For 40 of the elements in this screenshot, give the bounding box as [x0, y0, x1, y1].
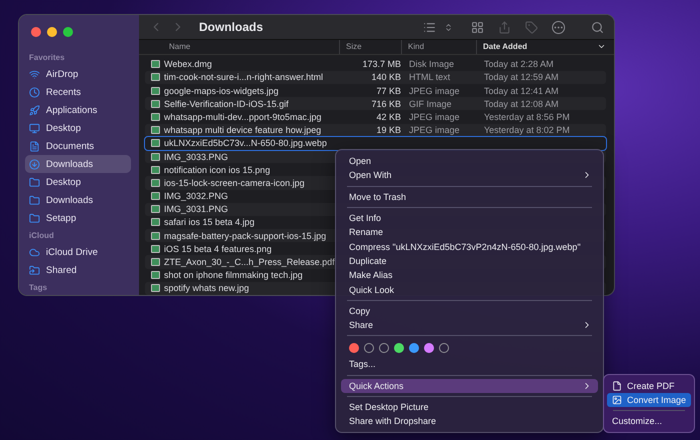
- file-name: whatsapp multi device feature how.jpeg: [164, 125, 322, 136]
- file-name: IMG_3031.PNG: [164, 204, 228, 214]
- file-size: 716 KB: [370, 98, 401, 109]
- file-name: Webex.dmg: [164, 59, 212, 70]
- file-date: Yesterday at 8:02 PM: [483, 125, 571, 136]
- sidebar-section-title: Favorites: [28, 52, 66, 64]
- file-size: 173.7 MB: [361, 59, 401, 70]
- file-name: spotify whats new.jpg: [164, 283, 250, 294]
- file-name: IMG_3033.PNG: [164, 152, 228, 162]
- file-name: Selfie-Verification-ID-iOS-15.gif: [164, 98, 289, 109]
- file-size: 77 KB: [375, 86, 401, 96]
- file-kind: JPEG image: [408, 125, 461, 136]
- sidebar-section-title: Tags: [28, 282, 48, 294]
- file-date: Today at 12:08 AM: [483, 98, 560, 109]
- file-kind: Disk Image: [408, 59, 456, 70]
- file-name: tim-cook-not-sure-i...n-right-answer.html: [164, 72, 324, 82]
- file-date: Today at 12:41 AM: [483, 86, 560, 96]
- file-name: ios-15-lock-screen-camera-icon.jpg: [164, 178, 305, 188]
- file-kind: GIF Image: [408, 98, 453, 109]
- file-name: whatsapp-multi-dev...pport-9to5mac.jpg: [164, 112, 322, 122]
- file-name: notification icon ios 15.png: [164, 164, 270, 175]
- file-kind: JPEG image: [408, 112, 461, 122]
- file-name: magsafe-battery-pack-support-ios-15.jpg: [164, 230, 326, 241]
- sidebar-section-title: iCloud: [28, 230, 55, 242]
- file-name: IMG_3032.PNG: [164, 191, 228, 202]
- file-name: iOS 15 beta 4 features.png: [164, 244, 272, 254]
- window-title: Downloads: [199, 20, 264, 34]
- file-date: Today at 12:59 AM: [483, 72, 560, 82]
- file-date: Today at 2:28 AM: [483, 59, 555, 70]
- file-kind: JPEG image: [408, 86, 461, 96]
- file-size: 42 KB: [375, 112, 401, 122]
- file-name: safari ios 15 beta 4.jpg: [164, 217, 255, 228]
- file-name: google-maps-ios-widgets.jpg: [164, 86, 279, 96]
- file-size: 140 KB: [370, 72, 401, 82]
- file-date: Yesterday at 8:56 PM: [483, 112, 571, 122]
- file-kind: HTML text: [408, 72, 452, 82]
- file-name: shot on iphone filmmaking tech.jpg: [164, 270, 303, 280]
- file-name: ZTE_Axon_30_-_C...h_Press_Release.pdf: [164, 257, 335, 268]
- file-size: 19 KB: [375, 125, 401, 136]
- file-name: ukLNXzxiEd5bC73v...N-650-80.jpg.webp: [164, 138, 327, 148]
